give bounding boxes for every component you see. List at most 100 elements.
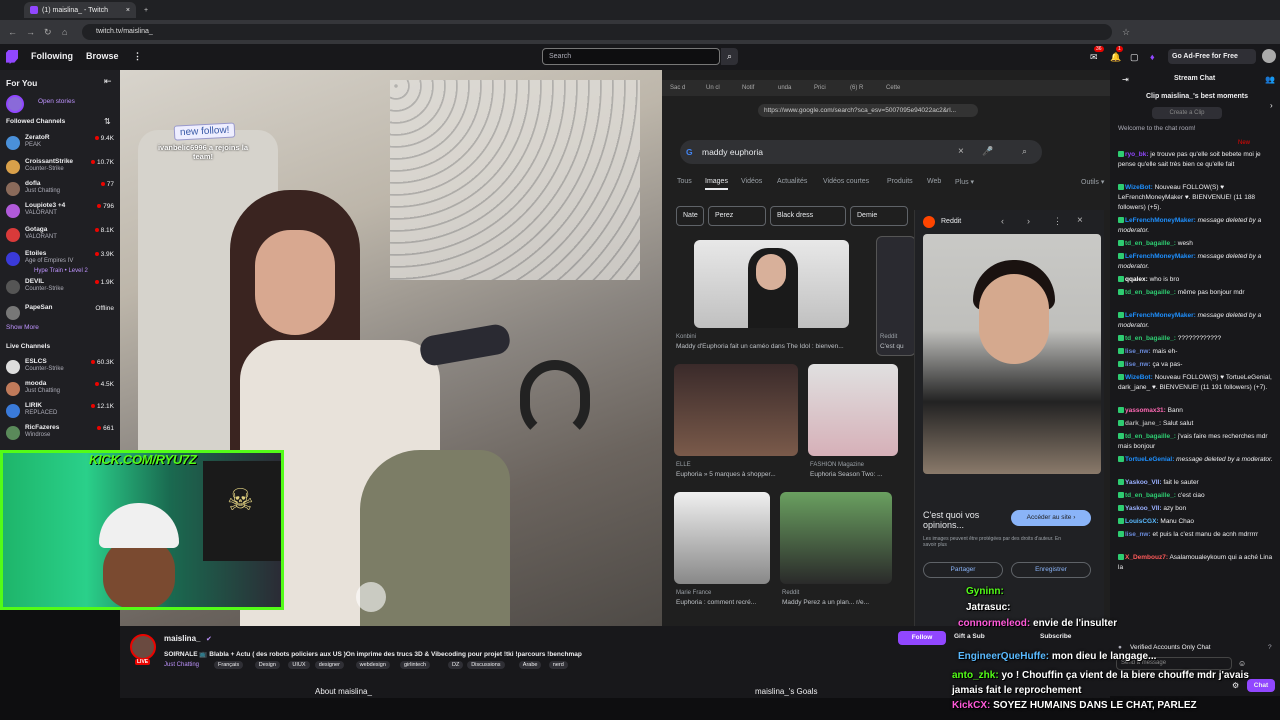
chat-username[interactable]: td_en_bagaille_: <box>1125 492 1176 499</box>
sidebar-channel[interactable]: ZeratoR PEAK 9.4K <box>0 132 120 156</box>
avatar[interactable] <box>1262 49 1276 63</box>
tag-pill[interactable]: nerd <box>548 661 568 669</box>
back-icon[interactable]: ← <box>8 27 17 37</box>
home-icon[interactable]: ⌂ <box>62 27 67 37</box>
chat-text: et puis la c'est manu de acnh mdrrrrr <box>1152 531 1259 538</box>
chat-username[interactable]: Yaskoo_VII: <box>1125 479 1162 486</box>
tag-pill[interactable]: girlintech <box>400 661 431 669</box>
bookmark-star-icon[interactable]: ☆ <box>1122 27 1130 38</box>
chat-username[interactable]: dark_jane_: <box>1125 420 1161 427</box>
ad-free-button[interactable]: Go Ad-Free for Free <box>1168 49 1256 64</box>
sort-icon[interactable]: ⇅ <box>104 117 111 126</box>
show-more-link[interactable]: Show More <box>6 324 39 331</box>
whispers-icon[interactable]: ▢ <box>1130 52 1139 63</box>
tag-pill[interactable]: DZ <box>448 661 464 669</box>
sidebar-channel[interactable]: DEVIL Counter-Strike 1.9K <box>0 276 120 300</box>
stream-category[interactable]: Just Chatting <box>164 662 199 668</box>
inbox-icon[interactable]: ✉ <box>1090 52 1098 63</box>
live-channel[interactable]: RicFazeres Windrose 661 <box>0 422 120 446</box>
tag-pill[interactable]: Arabe <box>518 661 542 669</box>
info-icon[interactable]: ? <box>1268 644 1272 651</box>
verified-only-notice: Verified Accounts Only Chat <box>1130 644 1211 651</box>
new-tab-icon[interactable]: + <box>144 7 148 14</box>
collapse-sidebar-icon[interactable]: ⇤ <box>104 76 112 87</box>
tag-pill[interactable]: Design <box>254 661 280 669</box>
channel-game: Age of Empires IV <box>25 258 74 264</box>
collapse-chat-icon[interactable]: ⇥ <box>1122 75 1129 84</box>
follow-button[interactable]: Follow <box>898 631 946 645</box>
clip-icon[interactable] <box>356 582 386 612</box>
sidebar-channel[interactable]: PapeSan Offline <box>0 302 120 326</box>
chat-username[interactable]: lise_nw: <box>1125 361 1151 368</box>
more-icon[interactable]: ⋮ <box>133 51 142 62</box>
reload-icon[interactable]: ↻ <box>44 27 52 38</box>
nav-following[interactable]: Following <box>31 51 73 61</box>
channel-name[interactable]: maislina_ <box>164 634 200 643</box>
url-field[interactable]: twitch.tv/maislina_ <box>82 24 1112 40</box>
sidebar-channel[interactable]: Gotaga VALORANT 8.1K <box>0 224 120 248</box>
chat-badge <box>1118 361 1124 368</box>
tag-pill[interactable]: Discussions <box>467 661 505 669</box>
live-channel[interactable]: mooda Just Chatting 4.5K <box>0 378 120 402</box>
tag-pill[interactable]: webdesign <box>355 661 390 669</box>
chat-username[interactable]: WizeBot: <box>1125 374 1153 381</box>
nav-browse[interactable]: Browse <box>86 51 119 61</box>
stories-avatar[interactable] <box>6 95 24 113</box>
browser-tab[interactable]: (1) maislina_ - Twitch × <box>24 2 136 18</box>
inbox-badge: 36 <box>1094 46 1104 52</box>
chat-username[interactable]: LouisCGX: <box>1125 518 1159 525</box>
twitch-logo-icon[interactable] <box>6 50 18 64</box>
kick-webcam-overlay: KICK.COM/RYU7Z <box>0 450 284 610</box>
channel-avatar[interactable] <box>130 634 156 660</box>
chat-badge <box>1118 312 1124 319</box>
chat-username[interactable]: qqalex: <box>1125 276 1148 283</box>
chevron-right-icon[interactable]: › <box>1270 101 1273 110</box>
chat-username[interactable]: WizeBot: <box>1125 184 1153 191</box>
chat-username[interactable]: Yaskoo_VII: <box>1125 505 1162 512</box>
emote-icon[interactable]: ☺ <box>1238 659 1246 668</box>
open-stories-link[interactable]: Open stories <box>38 98 75 105</box>
chat-username[interactable]: LeFrenchMoneyMaker: <box>1125 217 1196 224</box>
sidebar-channel[interactable]: CroissantStrike Counter-Strike 10.7K <box>0 156 120 180</box>
chat-text: ça va pas- <box>1152 361 1183 368</box>
chat-badge <box>1118 420 1124 427</box>
google-tab: Images <box>705 178 728 190</box>
subscribe-button[interactable]: Subscribe <box>1040 633 1071 640</box>
sidebar-channel[interactable]: Loupiote3 +4 VALORANT 796 <box>0 200 120 224</box>
chat-username[interactable]: LeFrenchMoneyMaker: <box>1125 253 1196 260</box>
chat-username[interactable]: td_en_bagaille_: <box>1125 433 1176 440</box>
chat-username[interactable]: td_en_bagaille_: <box>1125 289 1176 296</box>
chat-username[interactable]: yassomax31: <box>1125 407 1166 414</box>
chat-username[interactable]: lise_nw: <box>1125 348 1151 355</box>
users-icon[interactable]: 👥 <box>1265 75 1275 84</box>
crown-icon[interactable]: ♦ <box>1150 52 1155 62</box>
chat-message: X_Dembouz7: Asalamoualeykoum qui a aché … <box>1118 553 1274 573</box>
search-icon[interactable]: ⌕ <box>721 48 738 65</box>
search-input[interactable]: Search <box>542 48 720 65</box>
tag-pill[interactable]: UIUX <box>288 661 310 669</box>
close-icon[interactable]: × <box>126 7 130 14</box>
chat-username[interactable]: td_en_bagaille_: <box>1125 335 1176 342</box>
chat-username[interactable]: ryo_bk: <box>1125 151 1148 158</box>
google-tabs: Tous Images Vidéos Actualités Vidéos courtes… <box>677 178 1107 192</box>
shared-address-bar: https://www.google.com/search?sca_esv=50… <box>662 98 1110 122</box>
kick-username: connormeleod: <box>958 618 1031 629</box>
forward-icon[interactable]: → <box>26 27 35 37</box>
tag-pill[interactable]: Français <box>214 661 244 669</box>
notifications-icon[interactable]: 🔔 <box>1110 52 1121 63</box>
chat-username[interactable]: lise_nw: <box>1125 531 1151 538</box>
chat-username[interactable]: X_Dembouz7: <box>1125 554 1168 561</box>
viewer-count: 60.3K <box>91 359 114 366</box>
chat-username[interactable]: TortueLeGenial: <box>1125 456 1174 463</box>
chat-message: Yaskoo_VII: azy bon <box>1118 504 1274 514</box>
sidebar-channel[interactable]: dofla Just Chatting 77 <box>0 178 120 202</box>
tag-pill[interactable]: designer <box>314 661 344 669</box>
gift-sub-button[interactable]: Gift a Sub <box>954 633 985 640</box>
chat-username[interactable]: td_en_bagaille_: <box>1125 240 1176 247</box>
live-channel[interactable]: LIRIK REPLACED 12.1K <box>0 400 120 424</box>
new-label: New <box>1238 140 1251 146</box>
create-clip-button[interactable]: Create a Clip <box>1152 107 1222 119</box>
headphones <box>520 360 590 440</box>
live-channel[interactable]: ESLCS Counter-Strike 60.3K <box>0 356 120 380</box>
chat-username[interactable]: LeFrenchMoneyMaker: <box>1125 312 1196 319</box>
